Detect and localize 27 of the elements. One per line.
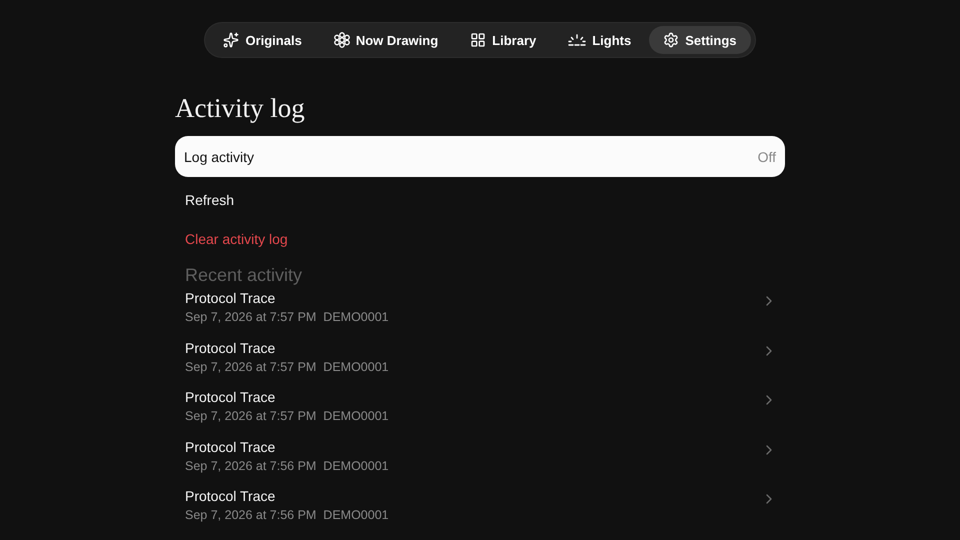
settings-icon [663, 32, 680, 48]
activity-title[interactable]: Protocol Trace [185, 438, 389, 454]
activity-details: Sep 7, 2026 at 7:56 PM DEMO0001 [185, 458, 389, 472]
nav-tab[interactable]: Library [456, 26, 550, 54]
nav-tab[interactable]: Settings [649, 26, 751, 54]
nav-tab[interactable]: Lights [554, 26, 646, 54]
activity-details: Sep 7, 2026 at 7:57 PM DEMO0001 [185, 409, 389, 423]
setting-label: Log activity [184, 148, 254, 164]
activity-details: Sep 7, 2026 at 7:57 PM DEMO0001 [185, 310, 389, 324]
sparkles-icon [223, 32, 240, 48]
setting-value: Off [758, 148, 776, 164]
nav-tab[interactable]: Now Drawing [320, 26, 452, 54]
log-activity-row[interactable]: Log activity Off [175, 136, 785, 177]
refresh-button[interactable]: Refresh [185, 192, 234, 208]
clear-log-button[interactable]: Clear activity log [185, 231, 288, 247]
activity-details: Sep 7, 2026 at 7:56 PM DEMO0001 [185, 508, 389, 522]
activity-title[interactable]: Protocol Trace [185, 389, 389, 405]
horizon-lights-icon [568, 33, 586, 47]
activity-title[interactable]: Protocol Trace [185, 340, 389, 356]
activity-title[interactable]: Protocol Trace [185, 290, 389, 306]
section-heading: Recent activity [185, 265, 302, 286]
grid-icon [470, 32, 486, 48]
nav-tab[interactable]: Originals [209, 26, 316, 54]
activity-details: Sep 7, 2026 at 7:57 PM DEMO0001 [185, 360, 389, 374]
page-title: Activity log [175, 93, 305, 124]
circle-cluster-icon [334, 32, 350, 48]
activity-title[interactable]: Protocol Trace [185, 488, 389, 504]
